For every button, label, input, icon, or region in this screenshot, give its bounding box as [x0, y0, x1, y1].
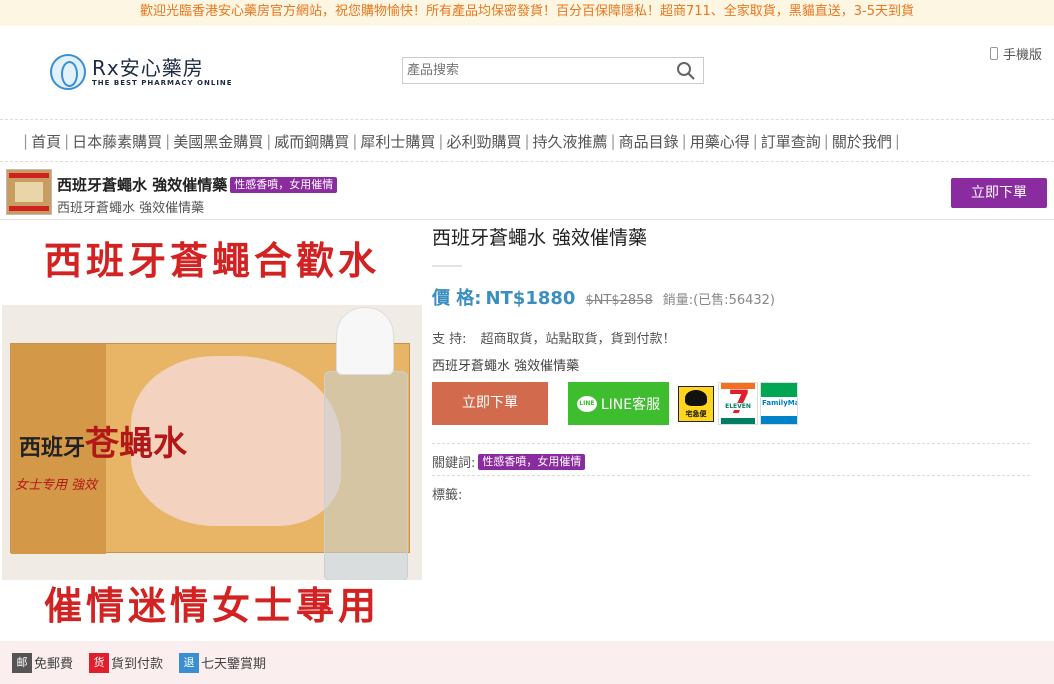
action-row: 立即下單 LINE LINE客服 宅急便 7 ELEVEN FamilyMart [432, 382, 1032, 426]
familymart-logo: FamilyMart [760, 382, 798, 425]
sticky-buy-button[interactable]: 立即下單 [951, 178, 1047, 208]
nav-item-home[interactable]: 首頁 [31, 131, 61, 152]
logo-icon [50, 54, 86, 90]
search-input[interactable] [403, 58, 663, 83]
sticky-tag[interactable]: 性感香噴，女用催情 [230, 176, 338, 193]
line-label: LINE客服 [600, 396, 661, 413]
nav-item-us-black-gold[interactable]: 美國黑金購買 [173, 131, 263, 152]
line-support-button[interactable]: LINE LINE客服 [568, 382, 669, 425]
line-icon: LINE [576, 395, 597, 412]
keywords-row: 關鍵詞: 性感香噴，女用催情 [432, 443, 1030, 471]
keywords-label: 關鍵詞: [432, 456, 476, 471]
return-icon: 退 [179, 652, 200, 673]
mobile-label: 手機版 [1002, 48, 1042, 63]
nav-item-about[interactable]: 關於我們 [832, 131, 892, 152]
mail-icon: 邮 [12, 652, 32, 673]
seven-eleven-logo: 7 ELEVEN [718, 382, 758, 425]
sticky-title-row: 西班牙蒼蠅水 強效催情藥 性感香噴，女用催情 [57, 174, 338, 195]
box-brand: 西班牙 [19, 435, 86, 461]
sticky-title: 西班牙蒼蠅水 強效催情藥 [57, 176, 228, 194]
main-nav: | 首頁 | 日本藤素購買 | 美國黑金購買 | 威而鋼購買 | 犀利士購買 | 必利勁購… [0, 121, 1054, 162]
box-label: 西班牙苍蝇水 [19, 414, 319, 474]
site-logo[interactable]: Rx安心藥房 THE BEST PHARMACY ONLINE [50, 52, 233, 92]
search-icon[interactable] [675, 61, 697, 81]
header: Rx安心藥房 THE BEST PHARMACY ONLINE 手機版 [0, 26, 1054, 120]
sales-count: 銷量:(已售:56432) [662, 293, 775, 308]
image-bottom-text: 催情迷情女士專用 [2, 580, 422, 640]
free-shipping-label: 免郵費 [34, 657, 74, 672]
price-label: 價 格: [432, 288, 482, 309]
support-text: 超商取貨，站點取貨，貨到付款！ [480, 332, 676, 347]
product-thumbnail [6, 169, 52, 215]
nav-item-order-query[interactable]: 訂單查詢 [761, 131, 821, 152]
box-small-text: 女士专用 強效 [15, 478, 98, 493]
free-shipping-item: 邮 免郵費 [12, 652, 74, 673]
box-product: 苍蝇水 [85, 424, 188, 464]
image-top-text: 西班牙蒼蠅合歡水 [2, 225, 422, 305]
cod-icon: 货 [89, 652, 110, 673]
phone-icon [989, 47, 998, 60]
price: NT$1880 [485, 288, 576, 309]
cod-item: 货 貨到付款 [89, 652, 164, 673]
black-cat-text: 宅急便 [685, 410, 707, 418]
price-row: 價 格: NT$1880 $NT$2858 銷量:(已售:56432) [432, 284, 1032, 310]
divider [432, 265, 462, 267]
old-price: $NT$2858 [585, 293, 653, 308]
seven-digit: 7 [728, 383, 751, 421]
nav-item-cialis[interactable]: 犀利士購買 [360, 131, 435, 152]
nav-item-priligy[interactable]: 必利勁購買 [446, 131, 521, 152]
tags-row: 標籤: [432, 475, 1030, 503]
product-subname: 西班牙蒼蠅水 強效催情藥 [432, 359, 580, 374]
black-cat-icon [685, 390, 707, 406]
service-footer: 邮 免郵費 货 貨到付款 退 七天鑒賞期 [0, 641, 1054, 684]
familymart-text: FamilyMart [762, 399, 797, 407]
tags-label: 標籤: [432, 488, 463, 503]
top-notice-bar: 歡迎光臨香港安心藥房官方網站，祝您購物愉快！所有產品均保密發貨！百分百保障隱私！… [0, 0, 1054, 26]
sticky-subtitle: 西班牙蒼蠅水 強效催情藥 [57, 201, 205, 216]
product-title: 西班牙蒼蠅水 強效催情藥 [432, 227, 648, 249]
seven-eleven-text: ELEVEN [719, 403, 757, 410]
nav-item-experience[interactable]: 用藥心得 [690, 131, 750, 152]
black-cat-delivery-logo: 宅急便 [678, 386, 714, 422]
search-box [402, 57, 704, 84]
buy-now-button[interactable]: 立即下單 [432, 382, 548, 425]
product-info: 西班牙蒼蠅水 強效催情藥 價 格: NT$1880 $NT$2858 銷量:(已… [432, 225, 1032, 425]
product-sticky-bar: 西班牙蒼蠅水 強效催情藥 性感香噴，女用催情 西班牙蒼蠅水 強效催情藥 立即下單 [0, 163, 1054, 220]
return-item: 退 七天鑒賞期 [179, 652, 267, 673]
logo-subtitle: THE BEST PHARMACY ONLINE [92, 79, 233, 87]
return-label: 七天鑒賞期 [201, 657, 267, 672]
nav-item-viagra[interactable]: 威而鋼購買 [274, 131, 349, 152]
keyword-tag[interactable]: 性感香噴，女用催情 [478, 453, 586, 470]
support-label: 支 持: [432, 332, 467, 347]
support-row: 支 持: 超商取貨，站點取貨，貨到付款！ [432, 328, 1032, 347]
bottle [320, 307, 412, 581]
logo-title: Rx安心藥房 [92, 56, 204, 80]
nav-item-catalog[interactable]: 商品目錄 [619, 131, 679, 152]
nav-item-japan-tengsu[interactable]: 日本藤素購買 [72, 131, 162, 152]
nav-item-delay-spray[interactable]: 持久液推薦 [533, 131, 608, 152]
product-image: 西班牙蒼蠅合歡水 西班牙苍蝇水 女士专用 強效 催情迷情女士專用 [2, 225, 422, 640]
mobile-version-link[interactable]: 手機版 [989, 44, 1042, 63]
cod-label: 貨到付款 [111, 657, 164, 672]
